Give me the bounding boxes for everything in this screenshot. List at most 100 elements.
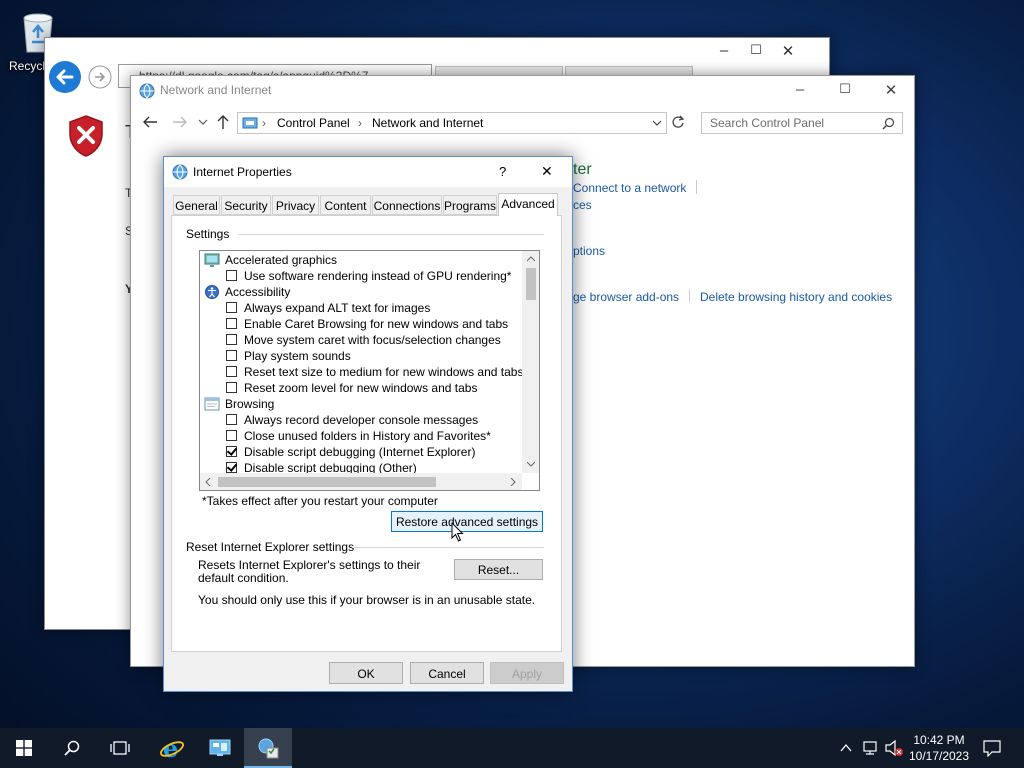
settings-checkbox-row[interactable]: Always record developer console messages [200, 412, 520, 428]
dialog-title-bar[interactable]: Internet Properties ? ✕ [164, 157, 572, 187]
restart-note: *Takes effect after you restart your com… [202, 494, 438, 508]
maximize-icon[interactable]: ☐ [831, 81, 859, 97]
tab-programs[interactable]: Programs [443, 195, 497, 215]
link-divider [689, 289, 690, 303]
security-warning-shield-icon [69, 115, 103, 157]
network-icon[interactable] [862, 740, 880, 756]
checkbox-unchecked[interactable] [226, 414, 237, 425]
settings-checkbox-row[interactable]: Use software rendering instead of GPU re… [200, 268, 520, 284]
chevron-down-icon[interactable] [652, 120, 662, 127]
cancel-button[interactable]: Cancel [410, 662, 484, 684]
scroll-right-icon[interactable] [510, 478, 516, 486]
minimize-icon[interactable]: – [786, 81, 814, 98]
internet-options-link[interactable]: ptions [573, 244, 605, 258]
help-button[interactable]: ? [499, 164, 506, 179]
reset-button[interactable]: Reset... [454, 559, 543, 580]
windows-logo-icon [16, 740, 32, 756]
back-arrow-icon[interactable] [142, 115, 158, 129]
taskbar: e 10:42 PM 10/17/2023 [0, 728, 1024, 768]
restore-advanced-settings-button[interactable]: Restore advanced settings [391, 511, 543, 532]
control-panel-icon [242, 117, 258, 129]
breadcrumb-control-panel[interactable]: Control Panel [277, 116, 350, 130]
show-hidden-icons-chevron-up-icon[interactable] [839, 741, 853, 755]
settings-checkbox-row[interactable]: Move system caret with focus/selection c… [200, 332, 520, 348]
window-title: Network and Internet [160, 83, 272, 97]
vertical-scrollbar[interactable] [522, 251, 539, 473]
forward-arrow-icon[interactable] [88, 65, 112, 89]
scroll-left-icon[interactable] [205, 478, 211, 486]
tab-advanced[interactable]: Advanced [498, 193, 558, 216]
settings-category-accessibility[interactable]: Accessibility [200, 284, 520, 300]
task-view-button[interactable] [96, 728, 144, 768]
checkbox-unchecked[interactable] [226, 302, 237, 313]
scroll-up-icon[interactable] [527, 256, 535, 262]
back-arrow-icon[interactable] [48, 60, 82, 94]
checkbox-unchecked[interactable] [226, 334, 237, 345]
settings-checkbox-row[interactable]: Enable Caret Browsing for new windows an… [200, 316, 520, 332]
ok-button[interactable]: OK [329, 662, 403, 684]
checkbox-unchecked[interactable] [226, 430, 237, 441]
search-button[interactable] [48, 728, 96, 768]
manage-browser-addons-link[interactable]: ge browser add-ons [573, 290, 679, 304]
close-icon[interactable]: ✕ [773, 42, 803, 60]
unusable-state-note: You should only use this if your browser… [198, 593, 536, 607]
settings-category-display[interactable]: Accelerated graphics [200, 252, 520, 268]
settings-tree-list[interactable]: Disable script debugging (Other) Disable … [199, 250, 540, 491]
breadcrumb-network-and-internet[interactable]: Network and Internet [372, 116, 483, 130]
reset-group-label: Reset Internet Explorer settings [186, 540, 359, 554]
tab-connections[interactable]: Connections [372, 195, 442, 215]
recycle-bin-label: Recycl [9, 59, 46, 73]
chevron-down-icon[interactable] [198, 118, 208, 126]
address-bar[interactable]: › Control Panel › Network and Internet [237, 112, 667, 134]
tab-general[interactable]: General [173, 195, 220, 215]
settings-checkbox-row[interactable]: Play system sounds [200, 348, 520, 364]
action-center-notification-icon[interactable] [982, 739, 1002, 757]
delete-browsing-history-link[interactable]: Delete browsing history and cookies [700, 290, 892, 304]
tab-security[interactable]: Security [221, 195, 271, 215]
network-globe-icon [139, 83, 155, 99]
checkbox-unchecked[interactable] [226, 366, 237, 377]
scrollbar-thumb[interactable] [526, 268, 536, 300]
settings-group-label: Settings [186, 227, 234, 241]
connect-to-network-link[interactable]: Connect to a network [573, 181, 686, 195]
system-clock[interactable]: 10:42 PM 10/17/2023 [906, 732, 972, 764]
taskbar-control-panel[interactable] [244, 728, 292, 768]
accessibility-category-icon [205, 285, 219, 299]
settings-category-browsing[interactable]: Browsing [200, 396, 520, 412]
control-panel-icon [258, 738, 279, 759]
scroll-down-icon[interactable] [527, 461, 535, 467]
checkbox-unchecked[interactable] [226, 318, 237, 329]
settings-checkbox-row[interactable]: Reset zoom level for new windows and tab… [200, 380, 520, 396]
settings-checkbox-row[interactable]: Close unused folders in History and Favo… [200, 428, 520, 444]
up-arrow-icon[interactable] [216, 114, 230, 130]
minimize-icon[interactable]: – [709, 42, 739, 59]
forward-arrow-icon[interactable] [172, 115, 188, 129]
checkbox-unchecked[interactable] [226, 382, 237, 393]
taskbar-internet-explorer[interactable]: e [148, 728, 196, 768]
devices-link[interactable]: ces [573, 198, 592, 212]
network-sharing-heading[interactable]: ter [573, 161, 592, 179]
scrollbar-thumb[interactable] [218, 477, 436, 487]
checkbox-unchecked[interactable] [226, 270, 237, 281]
volume-muted-icon[interactable] [884, 739, 904, 757]
dialog-close-button[interactable]: ✕ [541, 163, 553, 180]
internet-properties-dialog[interactable]: Internet Properties ? ✕ General Security… [163, 156, 573, 692]
search-control-panel-input[interactable]: Search Control Panel [701, 112, 903, 134]
settings-checkbox-row[interactable]: Always expand ALT text for images [200, 300, 520, 316]
settings-checkbox-row[interactable]: Disable script debugging (Internet Explo… [200, 444, 520, 460]
horizontal-scrollbar[interactable] [200, 473, 522, 490]
checkbox-unchecked[interactable] [226, 350, 237, 361]
apply-button[interactable]: Apply [490, 662, 564, 684]
mouse-cursor-icon [451, 522, 464, 542]
checkbox-checked[interactable] [226, 446, 237, 457]
search-icon[interactable] [882, 117, 895, 130]
close-icon[interactable]: ✕ [877, 81, 905, 99]
taskbar-server-manager[interactable] [196, 728, 244, 768]
refresh-icon[interactable] [671, 115, 685, 129]
checkbox-checked[interactable] [226, 462, 237, 473]
settings-checkbox-row[interactable]: Reset text size to medium for new window… [200, 364, 523, 380]
maximize-icon[interactable]: ☐ [741, 42, 771, 58]
tab-content[interactable]: Content [320, 195, 371, 215]
start-button[interactable] [0, 728, 48, 768]
tab-privacy[interactable]: Privacy [272, 195, 319, 215]
